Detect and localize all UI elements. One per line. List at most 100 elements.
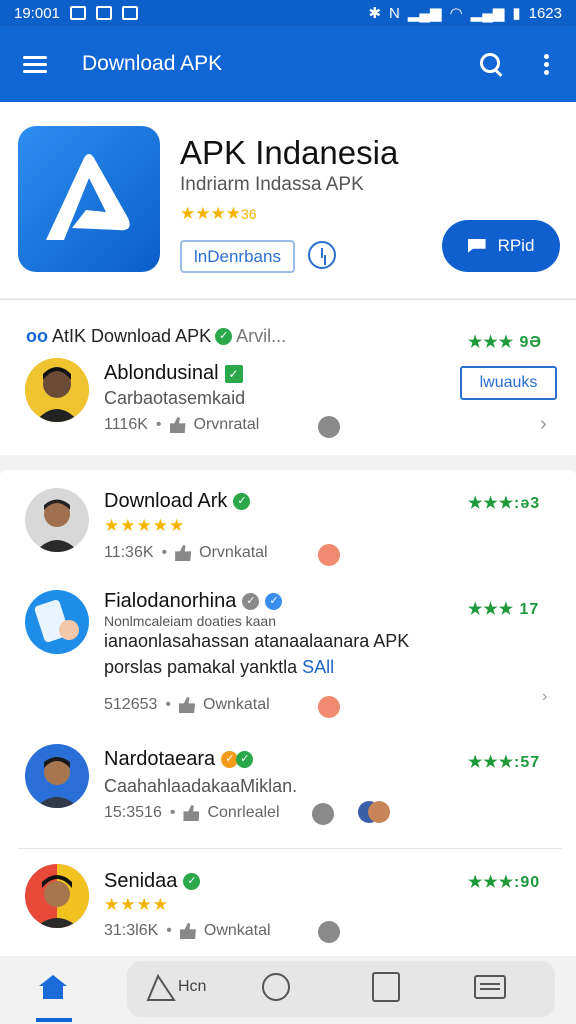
chevron-right-icon[interactable]: › [542, 688, 547, 706]
verified-icon [265, 593, 283, 610]
status-time: 19:001 [14, 4, 60, 22]
gallery-icon [121, 6, 138, 20]
divider [18, 848, 562, 849]
review-rating: ★★★ 9Ə [468, 334, 542, 351]
action-label: Conrlealel [207, 804, 280, 821]
review-meta: 31:3l6K • Ownkatal [104, 922, 271, 940]
reviewer-name-text: Senidaa [104, 870, 178, 892]
app-header-card: APK Indanesia Indriarm Indassa APK ★★★★3… [0, 102, 576, 298]
reviewer-desc: CaahahlaadakaaMiklan. [104, 776, 298, 796]
follow-button[interactable]: lwuauks [460, 366, 557, 400]
status-clock: 1623 [528, 4, 562, 22]
review-meta: 15:3516 • Conrlealel [104, 804, 280, 822]
view-count: 15:3516 [104, 804, 162, 821]
menu-icon[interactable] [23, 52, 47, 77]
reviewer-name[interactable]: Ablondusinal ✓ [104, 362, 243, 385]
view-count: 31:3l6K [104, 922, 159, 939]
avatar[interactable] [25, 590, 89, 654]
reviewer-name[interactable]: Senidaa [104, 870, 201, 893]
reviewer-name[interactable]: Nardotaeara [104, 748, 254, 771]
thumbs-up-icon[interactable] [175, 545, 192, 561]
more-vert-icon[interactable] [544, 51, 550, 78]
react-icon[interactable] [318, 416, 340, 438]
reviewer-name-text: Download Ark [104, 490, 228, 512]
notification-icon [95, 6, 112, 20]
reviewer-name-text: Ablondusinal [104, 362, 219, 384]
friends-icon[interactable] [368, 801, 390, 823]
see-all-link[interactable]: SAll [302, 657, 334, 677]
reviewer-name[interactable]: Download Ark [104, 490, 251, 513]
separator: • [155, 416, 162, 433]
app-bar-title: Download APK [82, 52, 223, 75]
battery-icon: ▮ [512, 5, 521, 22]
reviewer-name[interactable]: Fialodanorhina [104, 590, 283, 613]
separator: • [166, 922, 172, 939]
review-meta: 1116K • Orvnratal [104, 416, 259, 434]
thumbs-up-icon[interactable] [179, 697, 195, 713]
action-label: Ownkatal [203, 696, 270, 713]
signal-icon: ▂▄▆ [407, 5, 442, 22]
react-icon[interactable] [318, 921, 340, 943]
action-label: Orvnkatal [199, 544, 268, 561]
bluetooth-icon: ✱ [368, 5, 382, 22]
featured-review-card: oo AtIK Download APK Arvil... ★★★ 9Ə Abl… [0, 299, 576, 455]
avatar[interactable] [25, 744, 89, 808]
app-rating: ★★★★36 [180, 204, 257, 224]
view-count: 512653 [104, 696, 158, 713]
reviewer-desc: Nonlmcaleiam doaties kaan [104, 613, 276, 629]
active-tab-indicator [36, 1018, 72, 1022]
chevron-right-icon[interactable]: › [540, 413, 547, 436]
install-button[interactable]: RPid [442, 220, 560, 272]
verified-icon [183, 873, 201, 890]
review-rating: ★★★ 17 [468, 601, 540, 618]
bottom-nav: Hcn [0, 956, 576, 1024]
avatar[interactable] [25, 488, 89, 552]
react-icon[interactable] [318, 544, 340, 566]
review-rating: ★★★:90 [468, 874, 541, 891]
app-name: APK Indanesia [180, 134, 399, 171]
install-label: RPid [497, 236, 535, 255]
review-meta: 11:36K • Orvnkatal [104, 544, 268, 562]
rating-value: 36 [240, 206, 257, 222]
react-icon[interactable] [318, 696, 340, 718]
nav-item-explore[interactable]: Hcn [146, 972, 206, 1002]
post-line: porslas pamakal yanktla SAll [104, 654, 544, 680]
verified-icon: ✓ [224, 364, 243, 383]
card-header-title: AtIK Download APK [52, 326, 212, 346]
avatar[interactable] [25, 864, 89, 928]
thumbs-up-icon[interactable] [169, 417, 186, 433]
post-line-text: porslas pamakal yanktla [104, 657, 303, 677]
rating-stars: ★★★★ [104, 895, 169, 914]
wifi-icon: ◠ [449, 5, 463, 22]
thumbs-up-icon[interactable] [179, 923, 196, 939]
thumbs-up-icon[interactable] [183, 805, 200, 821]
clock-icon[interactable] [308, 241, 336, 269]
action-label: Ownkatal [203, 922, 271, 939]
rating-stars: ★★★★★ [104, 516, 186, 535]
reviewer-desc: Carbaotasemkaid [104, 388, 246, 408]
chat-icon[interactable] [372, 972, 400, 1002]
review-meta: 512653 • Ownkatal [104, 696, 270, 714]
app-logo-icon [18, 126, 160, 272]
category-tag-button[interactable]: lnDenrbans [180, 240, 295, 273]
search-icon[interactable] [478, 51, 504, 77]
verified-icon [242, 593, 260, 610]
action-label: Orvnratal [193, 416, 260, 433]
app-bar: Download APK [0, 26, 576, 102]
rating-stars: ★★★★ [180, 204, 241, 223]
separator: • [169, 804, 176, 821]
list-icon[interactable] [474, 975, 506, 999]
flag-icon [467, 239, 486, 253]
brand-icon: oo [26, 326, 48, 346]
circle-icon[interactable] [262, 973, 290, 1001]
home-icon[interactable] [38, 974, 68, 1000]
card-header-more[interactable]: Arvil... [236, 326, 286, 347]
post-line: ianaonlasahassan atanaalaanara APK [104, 631, 410, 651]
verified-icon [233, 493, 251, 510]
separator: • [161, 544, 168, 561]
status-bar: 19:001 ✱ N ▂▄▆ ◠ ▂▄▆ ▮ 1623 [0, 0, 576, 26]
reviewer-name-text: Fialodanorhina [104, 590, 237, 612]
react-icon[interactable] [312, 803, 334, 825]
nav-item-label: Hcn [178, 978, 207, 995]
avatar[interactable] [25, 358, 89, 422]
